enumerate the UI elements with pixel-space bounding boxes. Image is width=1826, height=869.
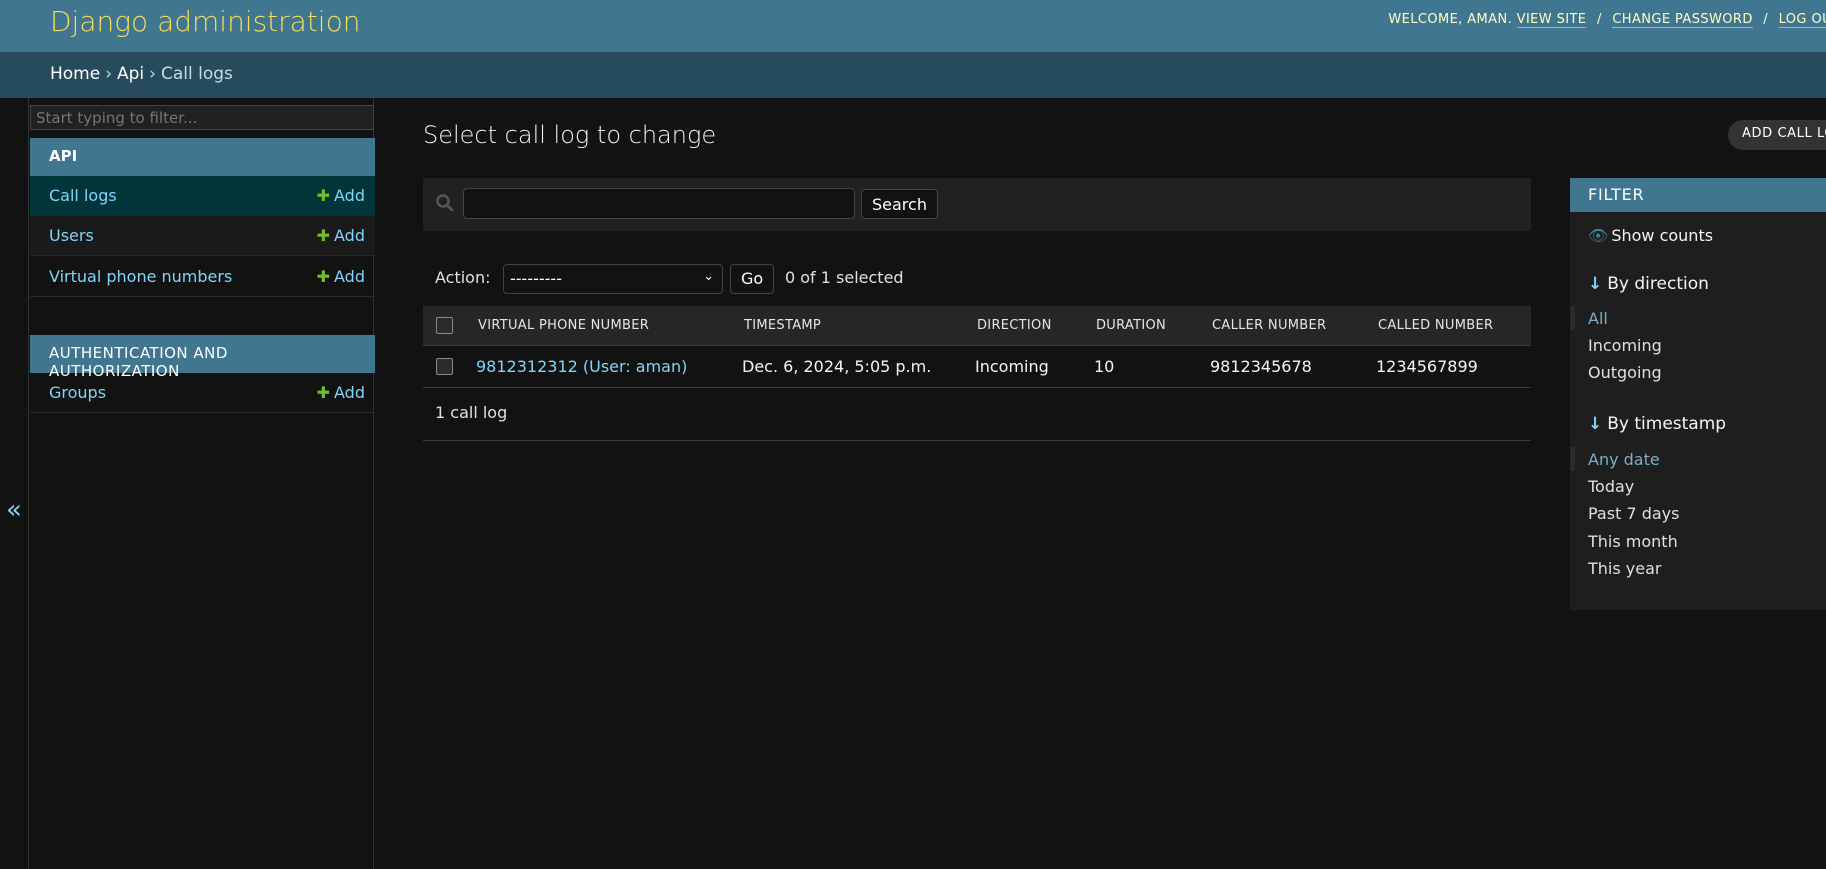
cell-direction: Incoming	[975, 357, 1049, 376]
add-call-log-button[interactable]: ADD CALL LO	[1728, 120, 1826, 150]
filter-by-timestamp-toggle[interactable]: ↓ By timestamp	[1588, 414, 1726, 434]
filter-direction-incoming[interactable]: Incoming	[1588, 336, 1662, 355]
sidebar-item-label[interactable]: Call logs	[49, 186, 117, 205]
selected-indicator	[1570, 447, 1575, 471]
column-header-virtual-phone-number[interactable]: VIRTUAL PHONE NUMBER	[478, 318, 649, 333]
filter-timestamp-today[interactable]: Today	[1588, 477, 1634, 496]
separator: /	[1596, 12, 1602, 27]
go-button[interactable]: Go	[730, 264, 775, 294]
filter-timestamp-this-year[interactable]: This year	[1588, 559, 1661, 578]
module-caption-api[interactable]: API	[30, 138, 375, 176]
sidebar-item-label[interactable]: Virtual phone numbers	[49, 267, 232, 286]
plus-icon: ✚	[316, 226, 331, 245]
filter-by-timestamp-title: By timestamp	[1607, 414, 1727, 434]
log-out-link[interactable]: LOG OU	[1778, 12, 1826, 28]
add-label: Add	[334, 267, 365, 286]
paginator: 1 call log	[423, 388, 1531, 441]
filter-title: FILTER	[1570, 178, 1826, 212]
action-label: Action:	[435, 268, 491, 287]
breadcrumb-separator: ›	[149, 64, 156, 84]
add-virtual-phone-number-link[interactable]: ✚ Add	[317, 267, 365, 286]
selected-indicator	[1570, 306, 1575, 330]
nav-filter-input[interactable]	[30, 105, 374, 130]
cell-timestamp: Dec. 6, 2024, 5:05 p.m.	[742, 357, 932, 376]
show-counts-label: Show counts	[1611, 226, 1714, 245]
actions-bar: Action: --------- ⌄ Go 0 of 1 selected	[423, 262, 1023, 294]
filter-direction-outgoing[interactable]: Outgoing	[1588, 363, 1662, 382]
sidebar-item-label[interactable]: Groups	[49, 383, 106, 402]
arrow-down-icon: ↓	[1588, 274, 1603, 294]
view-site-link[interactable]: VIEW SITE	[1516, 12, 1587, 28]
search-button[interactable]: Search	[861, 189, 938, 219]
filter-timestamp-this-month[interactable]: This month	[1588, 532, 1678, 551]
sidebar-item-label[interactable]: Users	[49, 226, 94, 245]
eye-icon: 👁	[1588, 226, 1609, 245]
add-group-link[interactable]: ✚ Add	[317, 383, 365, 402]
filter-panel: FILTER 👁 Show counts ↓ By direction All In…	[1570, 178, 1826, 610]
plus-icon: ✚	[316, 383, 331, 402]
cell-called-number: 1234567899	[1376, 357, 1478, 376]
filter-by-direction-title: By direction	[1607, 274, 1709, 294]
filter-direction-all[interactable]: All	[1588, 309, 1608, 328]
selection-counter: 0 of 1 selected	[785, 268, 904, 287]
column-header-caller-number[interactable]: CALLER NUMBER	[1212, 318, 1326, 333]
add-label: Add	[334, 383, 365, 402]
cell-caller-number: 9812345678	[1210, 357, 1312, 376]
row-link-virtual-phone-number[interactable]: 9812312312 (User: aman)	[476, 357, 687, 376]
column-header-duration[interactable]: DURATION	[1096, 318, 1166, 333]
module-caption-auth[interactable]: AUTHENTICATION AND AUTHORIZATION	[30, 335, 375, 380]
sidebar-item-groups: Groups ✚ Add	[30, 373, 375, 413]
plus-icon: ✚	[316, 267, 331, 286]
separator: /	[1763, 12, 1769, 27]
breadcrumb: Home › Api › Call logs	[0, 52, 1826, 98]
result-count: 1 call log	[435, 403, 508, 422]
add-label: Add	[334, 186, 365, 205]
show-counts-link[interactable]: 👁 Show counts	[1588, 226, 1713, 245]
table-header: VIRTUAL PHONE NUMBER TIMESTAMP DIRECTION…	[423, 306, 1531, 346]
add-label: Add	[334, 226, 365, 245]
table-row: 9812312312 (User: aman) Dec. 6, 2024, 5:…	[423, 346, 1531, 388]
add-call-log-link[interactable]: ✚ Add	[317, 186, 365, 205]
sidebar-collapse-toggle[interactable]: «	[6, 495, 22, 525]
column-header-direction[interactable]: DIRECTION	[977, 318, 1052, 333]
search-input[interactable]	[463, 188, 855, 219]
breadcrumb-home[interactable]: Home	[50, 64, 100, 84]
breadcrumb-app[interactable]: Api	[117, 64, 144, 84]
site-branding[interactable]: Django administration	[50, 5, 360, 38]
change-password-link[interactable]: CHANGE PASSWORD	[1612, 12, 1753, 28]
arrow-down-icon: ↓	[1588, 414, 1603, 434]
header: Django administration WELCOME, AMAN. VIE…	[0, 0, 1826, 52]
nav-sidebar: API Call logs ✚Add Users ✚Add Virtual ph…	[28, 98, 375, 869]
select-all-checkbox[interactable]	[436, 317, 453, 334]
column-header-timestamp[interactable]: TIMESTAMP	[744, 318, 821, 333]
welcome-text: WELCOME, AMAN.	[1388, 12, 1513, 27]
filter-by-direction-toggle[interactable]: ↓ By direction	[1588, 274, 1709, 294]
chevron-down-icon: ⌄	[703, 269, 714, 284]
action-select[interactable]: --------- ⌄	[503, 264, 723, 294]
add-user-link[interactable]: ✚ Add	[317, 226, 365, 245]
filter-timestamp-any-date[interactable]: Any date	[1588, 450, 1660, 469]
page-title: Select call log to change	[423, 121, 717, 149]
search-icon	[436, 194, 454, 212]
action-select-value: ---------	[510, 269, 562, 288]
breadcrumb-current: Call logs	[160, 64, 233, 84]
column-header-called-number[interactable]: CALLED NUMBER	[1378, 318, 1493, 333]
breadcrumb-separator: ›	[105, 64, 113, 84]
plus-icon: ✚	[316, 186, 331, 205]
cell-duration: 10	[1094, 357, 1115, 376]
row-checkbox[interactable]	[436, 358, 453, 375]
sidebar-item-virtual-phone-numbers: Virtual phone numbers ✚ Add	[30, 257, 375, 297]
search-toolbar: Search	[423, 178, 1531, 231]
sidebar-item-users: Users ✚ Add	[30, 216, 375, 256]
user-tools: WELCOME, AMAN. VIEW SITE / CHANGE PASSWO…	[1388, 12, 1826, 28]
sidebar-item-call-logs: Call logs ✚ Add	[30, 176, 375, 216]
filter-timestamp-past-7-days[interactable]: Past 7 days	[1588, 504, 1679, 523]
